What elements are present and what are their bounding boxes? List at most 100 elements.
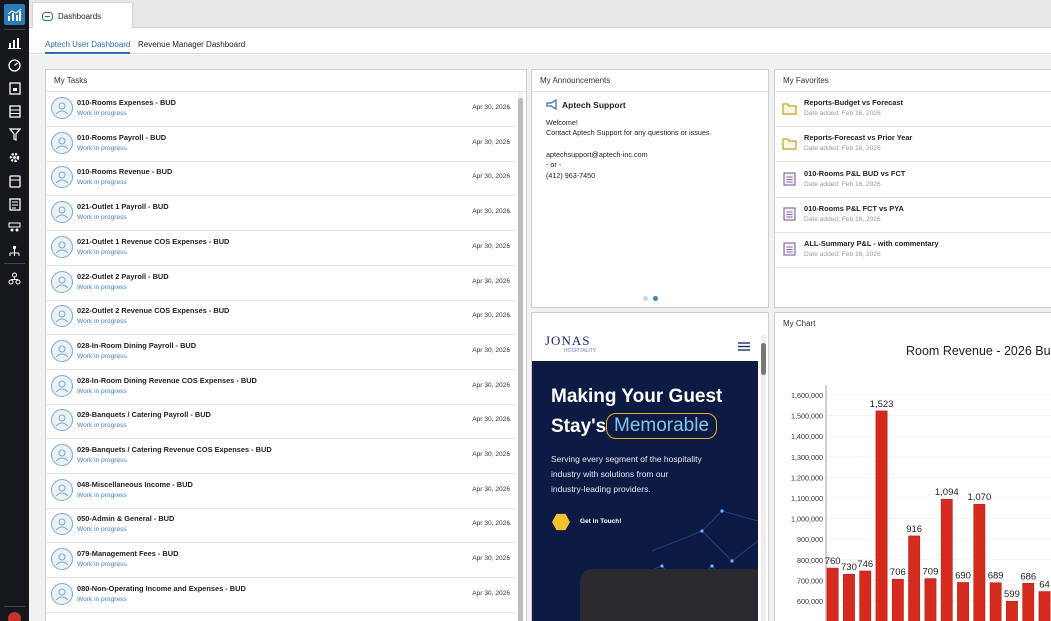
task-due-date: Apr 30, 2026 [472, 520, 510, 528]
task-name[interactable]: 028-In-Room Dining Payroll - BUD [77, 341, 196, 350]
get-in-touch-link[interactable]: Get in Touch! [580, 518, 621, 525]
ad-panel: JONAS HOSPITALITY Making Your Guest Stay… [531, 312, 769, 621]
task-row[interactable]: 021-Outlet 1 Revenue COS Expenses - BUD W… [46, 231, 516, 266]
task-row[interactable]: 029-Banquets / Catering Revenue COS Expe… [46, 439, 516, 474]
carousel-dot-active[interactable] [653, 296, 658, 301]
announcement-email[interactable]: aptechsupport@aptech-inc.com [546, 150, 648, 159]
task-name[interactable]: 079-Management Fees - BUD [77, 549, 178, 558]
favorite-name[interactable]: 010-Rooms P&L FCT vs PYA [804, 204, 904, 213]
task-row[interactable]: 048-Miscellaneous Income - BUD Work in pr… [46, 474, 516, 509]
task-name[interactable]: 029-Banquets / Catering Payroll - BUD [77, 410, 211, 419]
task-row[interactable]: 022-Outlet 2 Revenue COS Expenses - BUD W… [46, 300, 516, 336]
report-icon [783, 242, 796, 256]
favorite-row[interactable]: ALL-Summary P&L - with commentary Date ad… [775, 233, 1051, 269]
hierarchy-icon[interactable] [7, 244, 22, 259]
tab-dashboards[interactable]: Dashboards [32, 2, 133, 29]
gear-icon[interactable] [7, 150, 22, 165]
report-icon [783, 171, 796, 186]
dashboard-content: My Tasks 010-Rooms Expenses - BUD Work in… [29, 55, 1051, 621]
task-name[interactable]: 021-Outlet 1 Revenue COS Expenses - BUD [77, 237, 229, 246]
chart-bar [1022, 583, 1035, 621]
task-row[interactable]: 080-Non-Operating Income and Expenses - … [46, 578, 516, 613]
task-name[interactable]: 050-Admin & General - BUD [77, 514, 174, 523]
task-name[interactable]: 021-Outlet 1 Payroll - BUD [77, 202, 169, 211]
tab-dashboards-label: Dashboards [58, 11, 102, 21]
bar-data-label: 746 [857, 559, 873, 570]
top-tab-bar: Dashboards [29, 0, 1051, 29]
rail-divider [4, 29, 25, 30]
chart-bar [940, 498, 953, 621]
hero-headline-2: Stay's [551, 416, 607, 437]
favorite-name[interactable]: Reports-Budget vs Forecast [804, 98, 903, 107]
task-row[interactable]: 050-Admin & General - BUD Work in progres… [46, 508, 516, 544]
gauge-icon[interactable] [7, 58, 22, 73]
favorite-name[interactable]: 010-Rooms P&L BUD vs FCT [804, 169, 905, 178]
jonas-logo-subtitle: HOSPITALITY [564, 348, 597, 354]
task-row[interactable]: 029-Banquets / Catering Payroll - BUD Wor… [46, 404, 516, 440]
favorite-row[interactable]: Reports-Budget vs Forecast Date added: Fe… [775, 92, 1051, 127]
task-name[interactable]: 080-Non-Operating Income and Expenses - … [77, 584, 246, 593]
chart-bar [859, 570, 872, 621]
chart-title: Room Revenue - 2026 Budge [906, 344, 1051, 358]
task-name[interactable]: 010-Rooms Revenue - BUD [77, 167, 172, 176]
filter-icon[interactable] [7, 127, 22, 142]
task-due-date: Apr 30, 2026 [472, 173, 510, 181]
file-chart-icon[interactable] [7, 81, 22, 96]
task-row[interactable]: 028-In-Room Dining Payroll - BUD Work in … [46, 335, 516, 370]
hero-body-line: Serving every segment of the hospitality [551, 454, 702, 464]
hero-body-line: industry with solutions from our [551, 469, 669, 479]
announcement-heading: Aptech Support [562, 100, 626, 110]
favorite-date-added: Date added: Feb 16, 2026 [804, 145, 881, 153]
task-row[interactable]: 010-Rooms Payroll - BUD Work in progress A… [46, 127, 516, 162]
task-status: Work in progress [77, 144, 127, 152]
task-row[interactable]: 010-Rooms Expenses - BUD Work in progress… [46, 92, 516, 127]
favorite-name[interactable]: ALL-Summary P&L - with commentary [804, 239, 939, 248]
task-row[interactable]: 079-Management Fees - BUD Work in progres… [46, 543, 516, 579]
task-name[interactable]: 028-In-Room Dining Revenue COS Expenses … [77, 376, 257, 385]
tab-aptech-user-dashboard[interactable]: Aptech User Dashboard [45, 28, 131, 54]
table-icon[interactable] [7, 104, 22, 119]
hero-photo [580, 569, 758, 621]
ad-scrollbar-thumb[interactable] [761, 343, 766, 375]
document-icon[interactable] [7, 197, 22, 212]
favorites-list: Reports-Budget vs Forecast Date added: Fe… [775, 92, 1051, 292]
favorite-row[interactable]: 010-Rooms P&L BUD vs FCT Date added: Feb … [775, 163, 1051, 198]
favorite-row[interactable]: 010-Rooms P&L FCT vs PYA Date added: Feb … [775, 198, 1051, 233]
favorite-row[interactable]: Reports-Forecast vs Prior Year Date added… [775, 127, 1051, 163]
task-row[interactable]: 010-Rooms Revenue - BUD Work in progress A… [46, 161, 516, 197]
chart-bar [973, 503, 986, 621]
task-row[interactable]: 021-Outlet 1 Payroll - BUD Work in progre… [46, 196, 516, 232]
report-icon [783, 207, 796, 221]
task-row[interactable]: 028-In-Room Dining Revenue COS Expenses … [46, 370, 516, 405]
favorite-name[interactable]: Reports-Forecast vs Prior Year [804, 133, 912, 142]
database-icon[interactable] [7, 174, 22, 189]
bar-data-label: 64 [1039, 580, 1050, 591]
task-name[interactable]: 029-Banquets / Catering Revenue COS Expe… [77, 445, 272, 454]
org-chart-icon[interactable] [7, 271, 22, 286]
hamburger-menu-icon[interactable] [738, 342, 750, 351]
task-name[interactable]: 022-Outlet 2 Payroll - BUD [77, 272, 169, 281]
user-icon [51, 97, 73, 119]
task-name[interactable]: 010-Rooms Payroll - BUD [77, 133, 166, 142]
task-name[interactable]: 048-Miscellaneous Income - BUD [77, 480, 193, 489]
task-due-date: Apr 30, 2026 [472, 381, 510, 389]
favorite-date-added: Date added: Feb 16, 2026 [804, 180, 881, 188]
user-avatar-icon[interactable] [8, 612, 21, 621]
ad-scrollbar[interactable] [761, 335, 766, 621]
task-status: Work in progress [77, 248, 127, 256]
users-group-icon[interactable] [7, 220, 22, 235]
tasks-scrollbar-thumb[interactable] [518, 98, 523, 621]
announcement-line: - or - [546, 160, 562, 169]
task-row[interactable]: 022-Outlet 2 Payroll - BUD Work in progre… [46, 266, 516, 301]
task-status: Work in progress [77, 283, 127, 291]
bar-chart-icon[interactable] [7, 35, 22, 50]
tab-revenue-manager-dashboard[interactable]: Revenue Manager Dashboard [138, 28, 245, 54]
tasks-scrollbar[interactable] [518, 92, 523, 621]
rail-divider [4, 606, 25, 607]
carousel-dot[interactable] [643, 296, 648, 301]
app-logo-icon[interactable] [4, 4, 25, 25]
task-name[interactable]: 010-Rooms Expenses - BUD [77, 98, 176, 107]
task-name[interactable]: 022-Outlet 2 Revenue COS Expenses - BUD [77, 306, 229, 315]
chart-bar [957, 582, 969, 621]
my-announcements-title: My Announcements [532, 70, 768, 92]
